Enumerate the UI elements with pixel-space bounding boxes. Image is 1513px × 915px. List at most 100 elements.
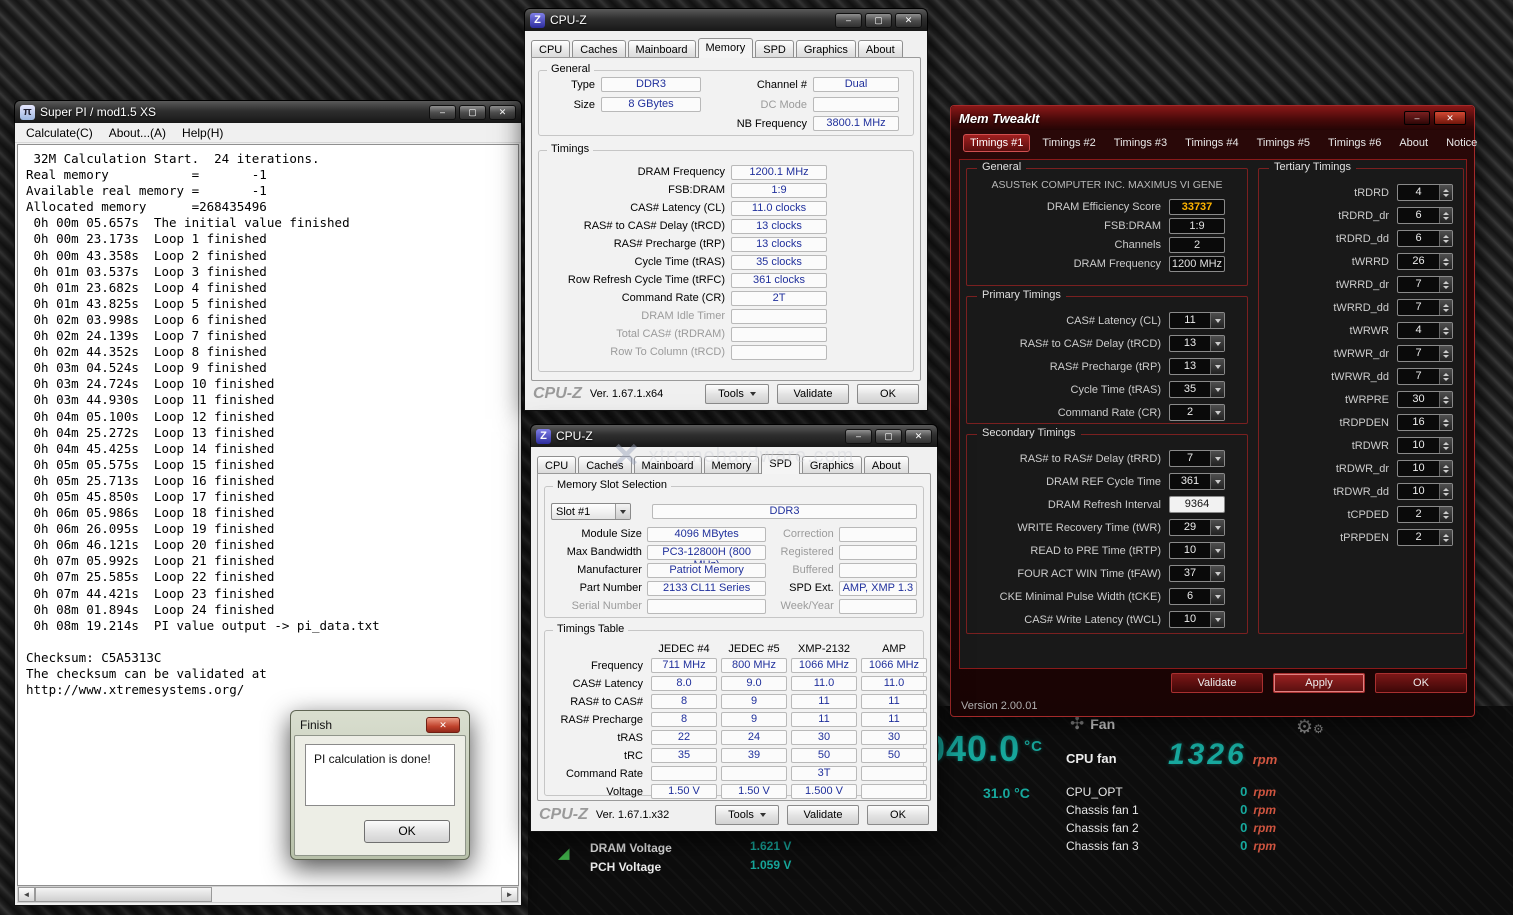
menu-about[interactable]: About...(A) xyxy=(102,125,173,141)
timing-spinner[interactable]: 16 xyxy=(1397,414,1453,431)
dropdown-arrow-icon[interactable] xyxy=(1210,382,1224,397)
dropdown-arrow-icon[interactable] xyxy=(615,504,630,519)
tab-spd[interactable]: SPD xyxy=(755,40,794,58)
tab-timings-2[interactable]: Timings #2 xyxy=(1036,135,1101,151)
timing-dropdown[interactable]: 361 xyxy=(1169,473,1225,490)
tab-timings-1[interactable]: Timings #1 xyxy=(963,134,1030,152)
cpuz-titlebar[interactable]: Z CPU-Z – ▢ ✕ xyxy=(530,424,938,447)
close-button[interactable]: ✕ xyxy=(1434,111,1466,125)
close-button[interactable]: ✕ xyxy=(489,105,516,120)
spinner-arrows-icon[interactable] xyxy=(1439,254,1452,269)
timing-spinner[interactable]: 7 xyxy=(1397,276,1453,293)
tab-about[interactable]: About xyxy=(858,40,903,58)
minimize-button[interactable]: – xyxy=(845,429,872,444)
spinner-arrows-icon[interactable] xyxy=(1439,208,1452,223)
tools-button[interactable]: Tools xyxy=(715,805,779,825)
timing-dropdown[interactable]: 11 xyxy=(1169,312,1225,329)
spinner-arrows-icon[interactable] xyxy=(1439,530,1452,545)
horizontal-scrollbar[interactable]: ◄ ► xyxy=(17,886,519,903)
spinner-arrows-icon[interactable] xyxy=(1439,392,1452,407)
timing-dropdown[interactable]: 13 xyxy=(1169,358,1225,375)
dropdown-arrow-icon[interactable] xyxy=(1210,543,1224,558)
maximize-button[interactable]: ▢ xyxy=(459,105,486,120)
tab-about[interactable]: About xyxy=(864,456,909,474)
scroll-left-icon[interactable]: ◄ xyxy=(18,887,35,902)
spinner-arrows-icon[interactable] xyxy=(1439,369,1452,384)
tab-cpu[interactable]: CPU xyxy=(537,456,576,474)
tab-notice[interactable]: Notice xyxy=(1440,135,1483,151)
close-button[interactable]: ✕ xyxy=(426,717,460,733)
timing-dropdown[interactable]: 10 xyxy=(1169,542,1225,559)
timing-dropdown[interactable]: 13 xyxy=(1169,335,1225,352)
spinner-arrows-icon[interactable] xyxy=(1439,507,1452,522)
menu-calculate[interactable]: Calculate(C) xyxy=(19,125,100,141)
spinner-arrows-icon[interactable] xyxy=(1439,461,1452,476)
tab-graphics[interactable]: Graphics xyxy=(802,456,862,474)
minimize-button[interactable]: – xyxy=(1404,111,1430,125)
spinner-arrows-icon[interactable] xyxy=(1439,346,1452,361)
validate-button[interactable]: Validate xyxy=(787,805,859,825)
dropdown-arrow-icon[interactable] xyxy=(1210,474,1224,489)
tools-button[interactable]: Tools xyxy=(705,384,769,404)
memtweakit-titlebar[interactable]: Mem TweakIt – ✕ xyxy=(951,106,1474,130)
close-button[interactable]: ✕ xyxy=(905,429,932,444)
timing-dropdown[interactable]: 6 xyxy=(1169,588,1225,605)
ok-button[interactable]: OK xyxy=(867,805,929,825)
tab-memory[interactable]: Memory xyxy=(698,38,754,58)
spinner-arrows-icon[interactable] xyxy=(1439,277,1452,292)
cpuz-titlebar[interactable]: Z CPU-Z – ▢ ✕ xyxy=(524,8,928,31)
timing-input[interactable]: 9364 xyxy=(1169,496,1225,513)
tab-memory[interactable]: Memory xyxy=(704,456,760,474)
timing-spinner[interactable]: 30 xyxy=(1397,391,1453,408)
tab-caches[interactable]: Caches xyxy=(572,40,625,58)
settings-icons[interactable]: ⚙⚙ xyxy=(1296,716,1324,739)
maximize-button[interactable]: ▢ xyxy=(875,429,902,444)
tab-timings-4[interactable]: Timings #4 xyxy=(1179,135,1244,151)
dropdown-arrow-icon[interactable] xyxy=(1210,520,1224,535)
tab-timings-5[interactable]: Timings #5 xyxy=(1251,135,1316,151)
dropdown-arrow-icon[interactable] xyxy=(1210,589,1224,604)
spinner-arrows-icon[interactable] xyxy=(1439,415,1452,430)
slot-select[interactable]: Slot #1 xyxy=(551,503,631,520)
validate-button[interactable]: Validate xyxy=(777,384,849,404)
apply-button[interactable]: Apply xyxy=(1273,673,1365,693)
dropdown-arrow-icon[interactable] xyxy=(1210,566,1224,581)
dropdown-arrow-icon[interactable] xyxy=(1210,336,1224,351)
ok-button[interactable]: OK xyxy=(364,820,450,843)
timing-spinner[interactable]: 7 xyxy=(1397,345,1453,362)
minimize-button[interactable]: – xyxy=(429,105,456,120)
menu-help[interactable]: Help(H) xyxy=(175,125,230,141)
dropdown-arrow-icon[interactable] xyxy=(1210,359,1224,374)
dropdown-arrow-icon[interactable] xyxy=(750,392,756,396)
timing-spinner[interactable]: 10 xyxy=(1397,483,1453,500)
dropdown-arrow-icon[interactable] xyxy=(760,813,766,817)
minimize-button[interactable]: – xyxy=(835,13,862,28)
ok-button[interactable]: OK xyxy=(857,384,919,404)
spinner-arrows-icon[interactable] xyxy=(1439,323,1452,338)
superpi-titlebar[interactable]: π Super PI / mod1.5 XS – ▢ ✕ xyxy=(14,100,522,123)
timing-spinner[interactable]: 2 xyxy=(1397,529,1453,546)
dropdown-arrow-icon[interactable] xyxy=(1210,405,1224,420)
finish-titlebar[interactable]: Finish ✕ xyxy=(294,714,466,735)
timing-dropdown[interactable]: 37 xyxy=(1169,565,1225,582)
timing-spinner[interactable]: 7 xyxy=(1397,299,1453,316)
spinner-arrows-icon[interactable] xyxy=(1439,484,1452,499)
timing-spinner[interactable]: 4 xyxy=(1397,322,1453,339)
timing-dropdown[interactable]: 29 xyxy=(1169,519,1225,536)
timing-spinner[interactable]: 10 xyxy=(1397,460,1453,477)
timing-spinner[interactable]: 26 xyxy=(1397,253,1453,270)
validate-button[interactable]: Validate xyxy=(1171,673,1263,693)
spinner-arrows-icon[interactable] xyxy=(1439,231,1452,246)
maximize-button[interactable]: ▢ xyxy=(865,13,892,28)
timing-spinner[interactable]: 6 xyxy=(1397,230,1453,247)
tab-timings-3[interactable]: Timings #3 xyxy=(1108,135,1173,151)
dropdown-arrow-icon[interactable] xyxy=(1210,451,1224,466)
timing-spinner[interactable]: 2 xyxy=(1397,506,1453,523)
timing-dropdown[interactable]: 35 xyxy=(1169,381,1225,398)
tab-about[interactable]: About xyxy=(1393,135,1434,151)
timing-dropdown[interactable]: 2 xyxy=(1169,404,1225,421)
tab-spd[interactable]: SPD xyxy=(761,454,800,474)
tab-graphics[interactable]: Graphics xyxy=(796,40,856,58)
scroll-right-icon[interactable]: ► xyxy=(501,887,518,902)
ok-button[interactable]: OK xyxy=(1375,673,1467,693)
